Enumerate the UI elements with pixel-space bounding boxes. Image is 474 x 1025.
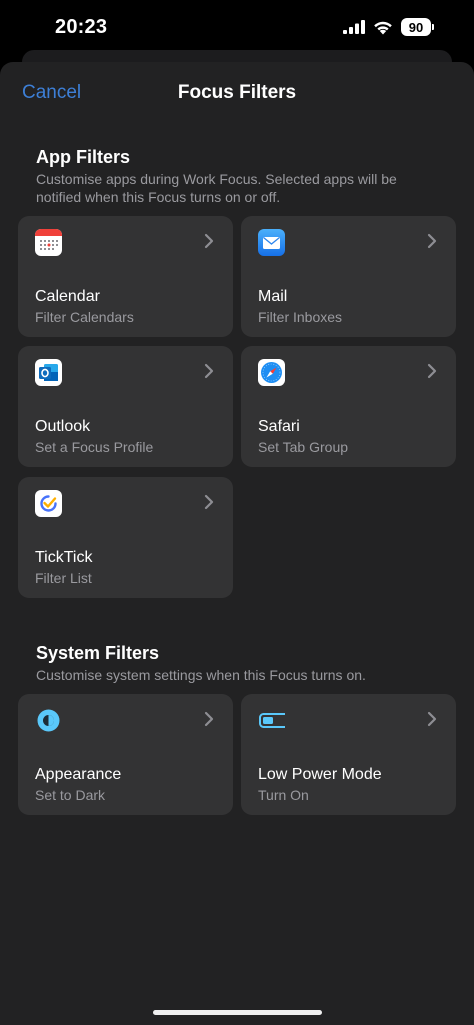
app-filters-description: Customise apps during Work Focus. Select… (36, 171, 397, 205)
calendar-filter-tile[interactable]: Calendar Filter Calendars (18, 216, 233, 337)
chevron-right-icon (204, 494, 214, 510)
status-icons: 90 (343, 18, 434, 36)
safari-icon (258, 359, 285, 386)
tile-subtitle: Filter Calendars (35, 309, 134, 325)
mail-icon (258, 229, 285, 256)
appearance-icon (35, 707, 62, 734)
calendar-icon (35, 229, 62, 256)
tile-subtitle: Set a Focus Profile (35, 439, 154, 455)
outlook-filter-tile[interactable]: Outlook Set a Focus Profile (18, 346, 233, 467)
tile-title: Low Power Mode (258, 766, 382, 783)
focus-filters-sheet: Cancel Focus Filters App Filters Customi… (0, 62, 474, 1025)
battery-icon (258, 707, 285, 734)
tile-title: TickTick (35, 549, 93, 566)
chevron-right-icon (427, 711, 437, 727)
status-bar: 20:23 90 (0, 0, 474, 56)
chevron-right-icon (427, 233, 437, 249)
mail-filter-tile[interactable]: Mail Filter Inboxes (241, 216, 456, 337)
wifi-icon (374, 21, 392, 34)
outlook-icon (35, 359, 62, 386)
safari-filter-tile[interactable]: Safari Set Tab Group (241, 346, 456, 467)
chevron-right-icon (427, 363, 437, 379)
chevron-right-icon (204, 233, 214, 249)
battery-level: 90 (401, 18, 431, 36)
appearance-filter-tile[interactable]: Appearance Set to Dark (18, 694, 233, 815)
tile-title: Outlook (35, 418, 91, 435)
tile-subtitle: Set Tab Group (258, 439, 349, 455)
battery-cap (432, 24, 434, 30)
system-filters-description: Customise system settings when this Focu… (36, 667, 366, 683)
ticktick-filter-tile[interactable]: TickTick Filter List (18, 477, 233, 598)
tile-title: Safari (258, 418, 300, 435)
nav-bar: Cancel Focus Filters (0, 62, 474, 128)
tile-subtitle: Filter List (35, 570, 92, 586)
signal-bars-icon (343, 20, 365, 34)
app-filters-title: App Filters (36, 147, 131, 167)
status-time: 20:23 (55, 16, 108, 38)
ticktick-icon (35, 490, 62, 517)
chevron-right-icon (204, 711, 214, 727)
system-filters-title: System Filters (36, 643, 160, 663)
chevron-right-icon (204, 363, 214, 379)
tile-title: Calendar (35, 288, 100, 305)
home-indicator[interactable] (153, 1010, 322, 1015)
low-power-mode-filter-tile[interactable]: Low Power Mode Turn On (241, 694, 456, 815)
tile-title: Appearance (35, 766, 122, 783)
tile-title: Mail (258, 288, 288, 305)
tile-subtitle: Set to Dark (35, 787, 106, 803)
page-title: Focus Filters (177, 82, 297, 103)
tile-subtitle: Turn On (258, 787, 309, 803)
tile-subtitle: Filter Inboxes (258, 309, 343, 325)
